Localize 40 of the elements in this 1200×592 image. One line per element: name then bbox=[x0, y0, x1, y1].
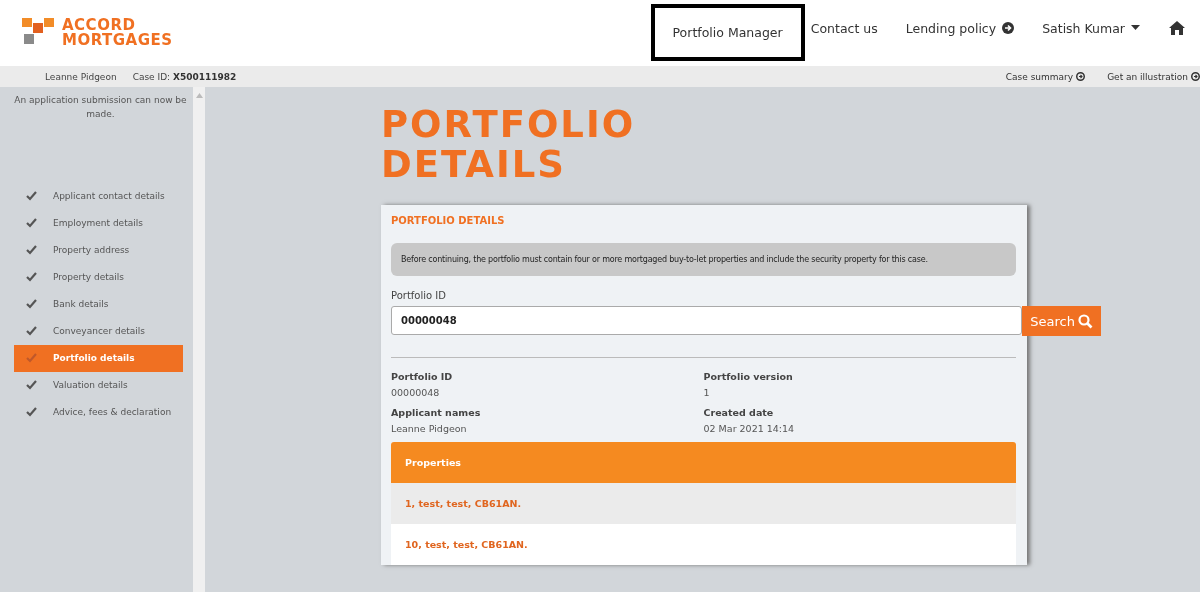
portfolio-id-field[interactable]: 00000048 bbox=[391, 306, 1023, 335]
sidebar-item[interactable]: Applicant contact details bbox=[8, 183, 183, 210]
sidebar-item[interactable]: Property address bbox=[8, 237, 183, 264]
search-button[interactable]: Search bbox=[1022, 306, 1101, 336]
case-link[interactable]: Case summary bbox=[1005, 71, 1086, 82]
detail-label: Portfolio ID bbox=[391, 371, 454, 382]
detail-value: 02 Mar 2021 14:14 bbox=[703, 423, 796, 434]
page-title: PORTFOLIO DETAILS bbox=[381, 105, 637, 185]
case-link[interactable]: Get an illustration bbox=[1107, 71, 1200, 82]
search-icon bbox=[1078, 313, 1093, 329]
submission-notice: An application submission can now be made. bbox=[13, 94, 188, 121]
nav-link[interactable]: Lending policy bbox=[891, 6, 1029, 50]
detail-label: Portfolio version bbox=[703, 371, 794, 382]
field-label: Portfolio ID bbox=[391, 290, 447, 301]
sidebar-item[interactable]: Valuation details bbox=[8, 372, 183, 399]
detail-label: Created date bbox=[703, 407, 775, 418]
detail-value: 00000048 bbox=[391, 387, 441, 398]
property-row[interactable]: 10, test, test, CB61AN. bbox=[391, 524, 1016, 565]
arrow-circle-icon bbox=[1076, 72, 1086, 81]
properties-header: Properties bbox=[391, 442, 1016, 483]
sidebar-item[interactable]: Conveyancer details bbox=[8, 318, 183, 345]
sidebar-item[interactable]: Portfolio details bbox=[14, 345, 183, 372]
caret-icon bbox=[1131, 25, 1140, 31]
arrow-circle-icon bbox=[1002, 22, 1015, 34]
info-alert: Before continuing, the portfolio must contain four or more mortgaged buy-to-let properties and include the security property for this case. bbox=[391, 243, 1016, 276]
property-row[interactable]: 1, test, test, CB61AN. bbox=[391, 483, 1016, 524]
detail-label: Applicant names bbox=[391, 407, 482, 418]
sidebar-item[interactable]: Property details bbox=[8, 264, 183, 291]
logo-text: ACCORD MORTGAGES bbox=[62, 18, 173, 48]
nav-link[interactable]: Portfolio Manager bbox=[650, 3, 805, 61]
panel-title: PORTFOLIO DETAILS bbox=[391, 215, 506, 226]
nav-link[interactable]: Satish Kumar bbox=[1028, 6, 1154, 50]
sidebar-item[interactable]: Advice, fees & declaration bbox=[8, 399, 183, 439]
detail-value: 1 bbox=[703, 387, 711, 398]
detail-value: Leanne Pidgeon bbox=[391, 423, 468, 434]
sidebar-item[interactable]: Employment details bbox=[8, 210, 183, 237]
sidebar-item[interactable]: Bank details bbox=[8, 291, 183, 318]
applicant-name: Leanne Pidgeon bbox=[45, 71, 117, 82]
arrow-circle-icon bbox=[1191, 72, 1200, 81]
case-id: Case ID: X500111982 bbox=[132, 71, 237, 82]
